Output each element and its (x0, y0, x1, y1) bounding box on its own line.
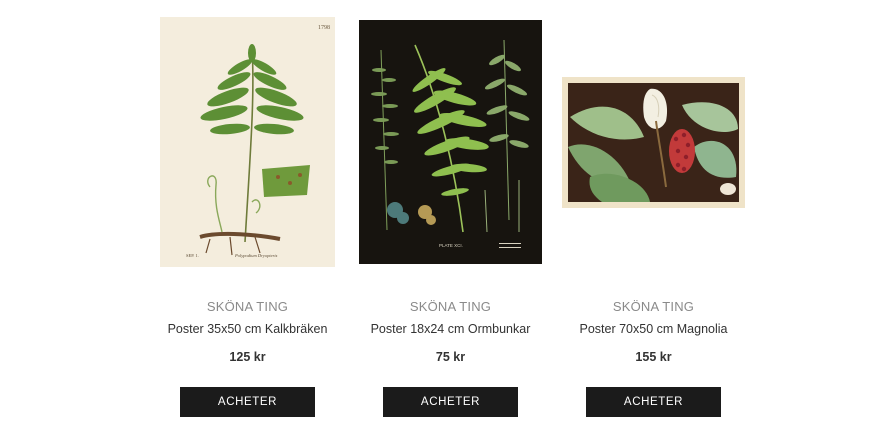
product-title[interactable]: Poster 18x24 cm Ormbunkar (349, 322, 552, 336)
svg-text:1798: 1798 (318, 25, 330, 31)
product-title[interactable]: Poster 35x50 cm Kalkbräken (146, 322, 349, 336)
product-title[interactable]: Poster 70x50 cm Magnolia (552, 322, 755, 336)
product-price: 75 kr (435, 350, 466, 364)
product-brand: SKÖNA TING (206, 299, 289, 314)
product-image-magnolia-poster[interactable] (562, 77, 745, 208)
product-price: 155 kr (635, 350, 672, 364)
product-card: PLATE XCI. SKÖNA TING Poster 18x24 cm Or… (349, 0, 552, 441)
product-card: SKÖNA TING Poster 70x50 cm Magnolia 155 … (552, 0, 755, 441)
buy-button[interactable]: ACHETER (383, 387, 518, 417)
svg-text:SEP. 1.: SEP. 1. (186, 253, 199, 258)
ferns-plate-illustration: PLATE XCI. (359, 20, 542, 264)
fern-illustration: 1798 SEP. 1. Polypodium Dryopteris (160, 17, 335, 267)
product-grid: 1798 SEP. 1. Polypodium Dryopteris SKÖNA… (0, 0, 884, 441)
product-image-ferns-plate[interactable]: PLATE XCI. (359, 20, 542, 264)
product-card: 1798 SEP. 1. Polypodium Dryopteris SKÖNA… (146, 0, 349, 441)
product-brand: SKÖNA TING (409, 299, 492, 314)
buy-button[interactable]: ACHETER (586, 387, 721, 417)
product-brand: SKÖNA TING (612, 299, 695, 314)
magnolia-illustration (562, 77, 745, 208)
product-image-fern-poster[interactable]: 1798 SEP. 1. Polypodium Dryopteris (160, 17, 335, 267)
product-price: 125 kr (229, 350, 266, 364)
svg-text:PLATE XCI.: PLATE XCI. (439, 243, 463, 248)
buy-button[interactable]: ACHETER (180, 387, 315, 417)
svg-text:Polypodium Dryopteris: Polypodium Dryopteris (234, 253, 278, 258)
